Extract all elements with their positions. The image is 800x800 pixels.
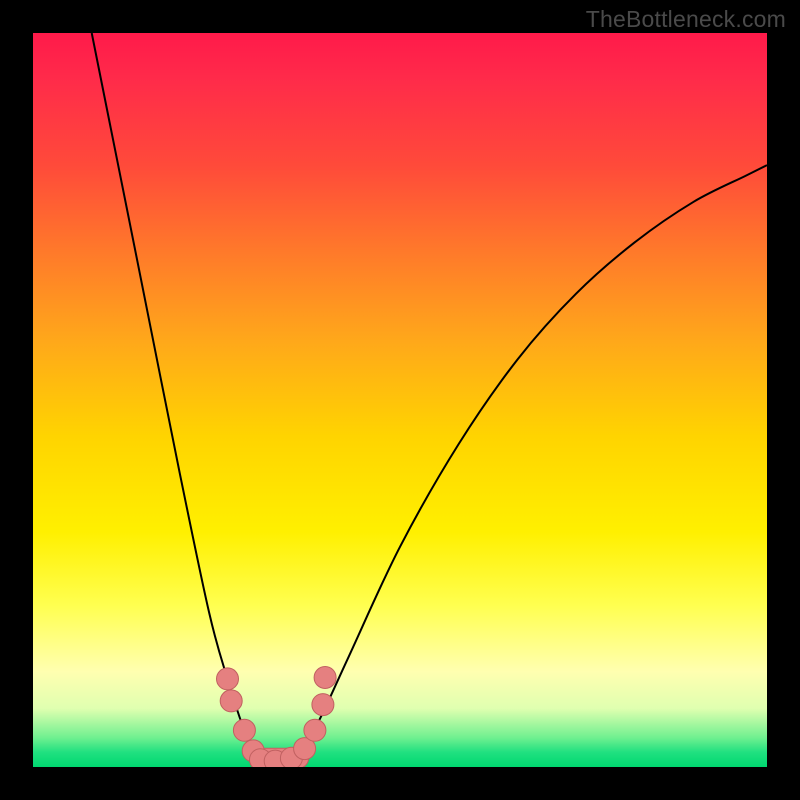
chart-frame: TheBottleneck.com [0,0,800,800]
data-marker [233,719,255,741]
markers-group [217,667,337,768]
data-marker [217,668,239,690]
data-marker [220,690,242,712]
data-marker [314,667,336,689]
bottleneck-curve [92,33,767,763]
curve-svg [33,33,767,767]
watermark-text: TheBottleneck.com [586,6,786,33]
data-marker [312,694,334,716]
plot-area [33,33,767,767]
data-marker [304,719,326,741]
